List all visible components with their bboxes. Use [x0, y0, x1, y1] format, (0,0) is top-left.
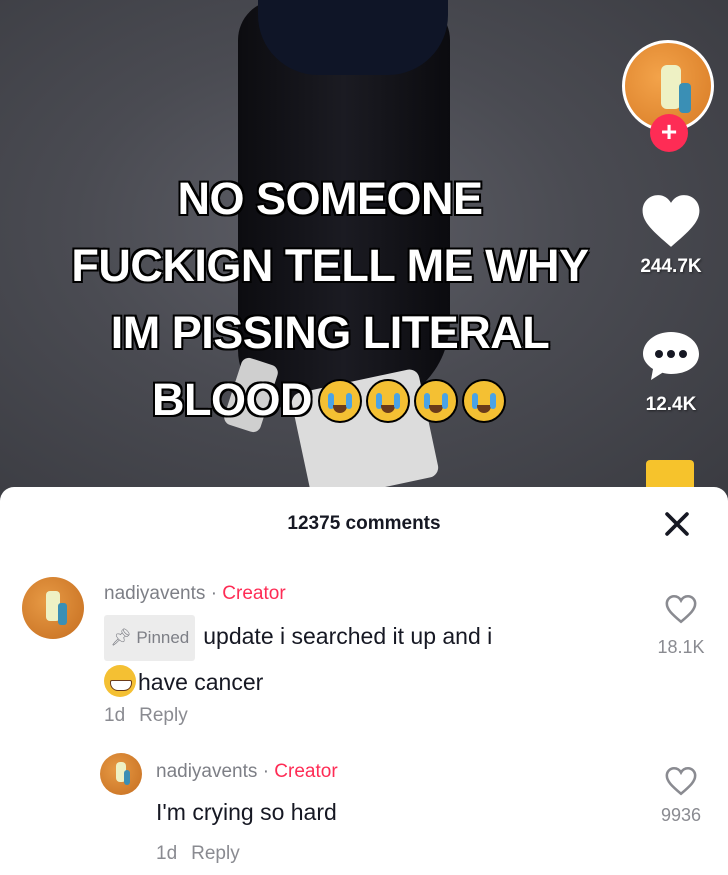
overlay-line-last: BLOOD — [50, 366, 610, 437]
avatar-figure-accent — [679, 83, 691, 113]
separator: · — [210, 583, 218, 604]
pinned-label: Pinned — [136, 628, 190, 647]
loudly-crying-face-icon — [462, 378, 506, 423]
overlay-line: BLOOD — [151, 373, 314, 426]
username-text: nadiyavents — [104, 583, 206, 604]
heart-outline-icon[interactable] — [664, 593, 698, 625]
grinning-face-icon — [104, 664, 136, 697]
reply-button[interactable]: Reply — [139, 705, 188, 726]
pin-icon: 📌︎ — [110, 628, 132, 647]
heart-icon[interactable] — [640, 192, 702, 250]
loudly-crying-face-icon — [414, 378, 458, 423]
character-hat — [258, 0, 448, 75]
comment-icon[interactable] — [641, 330, 701, 382]
overlay-line: FUCKIGN TELL ME WHY — [70, 239, 590, 292]
comment-time: 1d — [104, 705, 126, 726]
overlay-line: NO SOMEONE — [176, 172, 484, 225]
comments-count-title: 12375 comments — [287, 513, 441, 534]
comment-count: 12.4K — [645, 394, 697, 415]
comment-like-count: 18.1K — [657, 637, 705, 657]
comment-text: I'm crying so hard — [156, 799, 337, 825]
crying-emojis — [316, 370, 508, 437]
like-count: 244.7K — [640, 256, 702, 277]
comment-username[interactable]: nadiyavents · Creator — [104, 583, 286, 605]
bookmark-icon[interactable] — [646, 460, 694, 490]
comment-text-line: have cancer — [138, 669, 264, 695]
comment-avatar[interactable] — [100, 753, 142, 795]
comment-text-line: update i searched it up and i — [203, 623, 493, 650]
video-player[interactable]: NO SOMEONE FUCKIGN TELL ME WHY IM PISSIN… — [0, 0, 728, 500]
creator-badge: Creator — [222, 583, 286, 604]
comments-panel: 12375 comments nadiyavents · Creator 📌︎ … — [0, 487, 728, 875]
avatar-figure — [661, 65, 681, 109]
comment-time: 1d — [156, 843, 178, 864]
separator: · — [262, 761, 270, 782]
comment-meta: 1d Reply — [104, 705, 188, 727]
loudly-crying-face-icon — [366, 378, 410, 423]
pinned-badge: 📌︎ Pinned — [104, 615, 196, 661]
reply-button[interactable]: Reply — [191, 843, 240, 864]
creator-badge: Creator — [274, 761, 338, 782]
comment-username[interactable]: nadiyavents · Creator — [156, 761, 338, 783]
overlay-line: IM PISSING LITERAL — [110, 306, 551, 359]
video-caption-overlay: NO SOMEONE FUCKIGN TELL ME WHY IM PISSIN… — [50, 165, 610, 437]
comment-avatar[interactable] — [22, 577, 84, 639]
loudly-crying-face-icon — [318, 378, 362, 423]
plus-icon[interactable]: + — [650, 114, 688, 152]
username-text: nadiyavents — [156, 761, 258, 782]
comment-meta: 1d Reply — [156, 843, 240, 865]
comment-like-count: 9936 — [660, 805, 702, 825]
comment-text: 📌︎ Pinned update i searched it up and i h… — [104, 615, 492, 703]
close-icon[interactable] — [660, 507, 694, 541]
heart-outline-icon[interactable] — [664, 765, 698, 797]
